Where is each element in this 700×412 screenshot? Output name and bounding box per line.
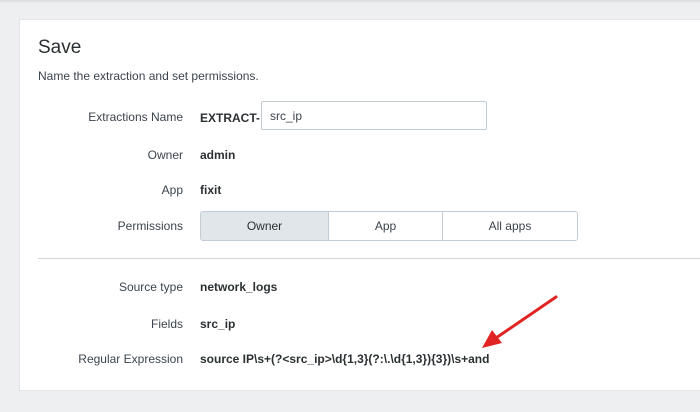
red-arrow-annotation-icon bbox=[482, 295, 558, 348]
